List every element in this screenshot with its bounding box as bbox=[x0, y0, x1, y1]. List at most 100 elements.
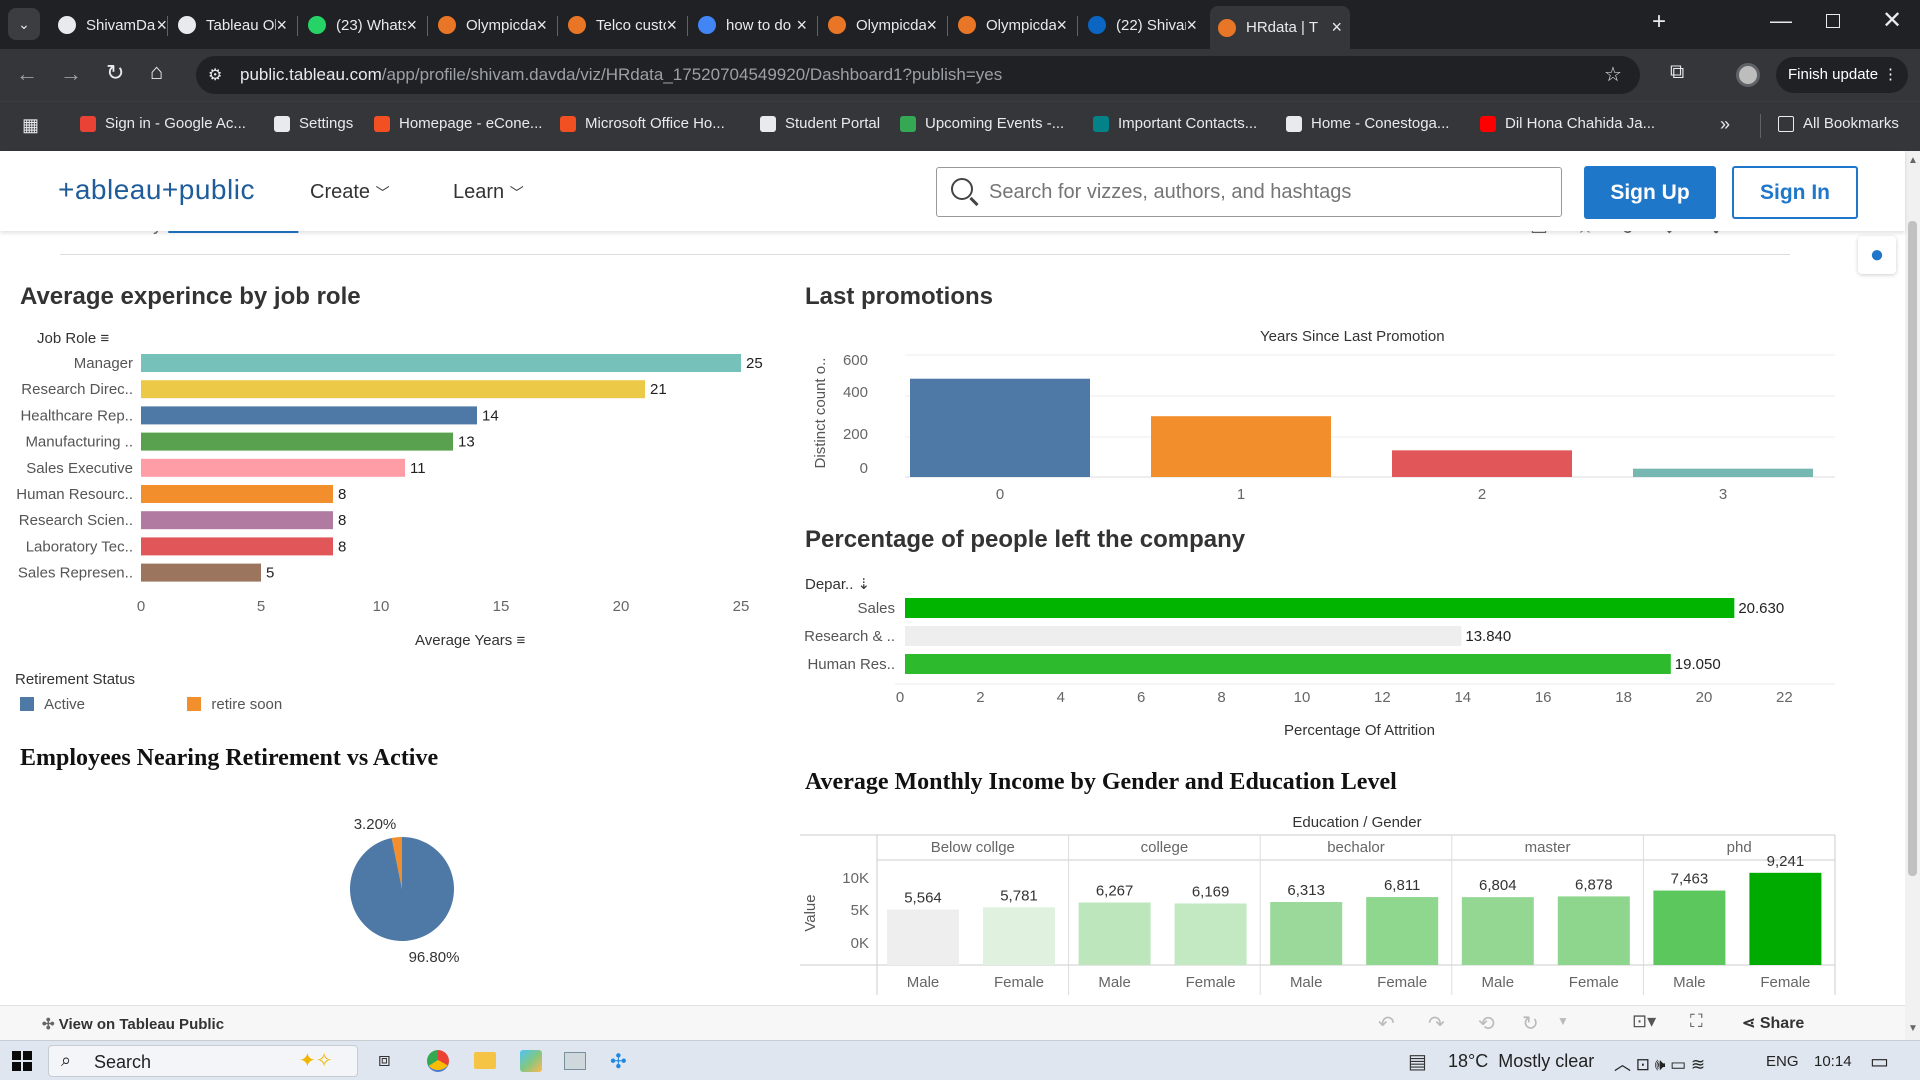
language-indicator[interactable]: ENG bbox=[1766, 1053, 1799, 1070]
redo-icon[interactable]: ↷ bbox=[1428, 1011, 1445, 1036]
search-input[interactable] bbox=[989, 178, 1539, 206]
weather-icon[interactable]: ▤ bbox=[1408, 1049, 1427, 1074]
home-button[interactable]: ⌂ bbox=[150, 59, 163, 85]
tab-title: how to do bbox=[726, 16, 792, 34]
tableau-public-logo[interactable]: +ableau+public bbox=[58, 174, 255, 206]
bookmark-item[interactable]: Microsoft Office Ho... bbox=[560, 115, 725, 132]
scroll-down-icon[interactable]: ▼ bbox=[1908, 1023, 1918, 1034]
tab-close-icon[interactable]: × bbox=[1056, 15, 1067, 36]
pie-slice bbox=[350, 837, 454, 941]
finish-update-label: Finish update bbox=[1788, 66, 1879, 83]
tab-divider bbox=[817, 16, 818, 36]
url-path: /app/profile/shivam.davda/viz/HRdata_175… bbox=[381, 65, 1003, 84]
app-icon-2[interactable] bbox=[564, 1052, 586, 1070]
tab-close-icon[interactable]: × bbox=[1186, 15, 1197, 36]
pie-label: 3.20% bbox=[354, 816, 397, 833]
income-bar bbox=[1174, 903, 1247, 965]
income-bar bbox=[1461, 897, 1534, 965]
bookmark-item[interactable]: Student Portal bbox=[760, 115, 880, 132]
reload-button[interactable]: ↻ bbox=[106, 60, 124, 86]
weather-text[interactable]: 18°C Mostly clear bbox=[1448, 1051, 1594, 1072]
bookmarks-overflow-icon[interactable]: » bbox=[1720, 114, 1730, 135]
bookmark-item[interactable]: Upcoming Events -... bbox=[900, 115, 1064, 132]
revert-icon[interactable]: ⟲ bbox=[1478, 1011, 1495, 1036]
all-bookmarks[interactable]: All Bookmarks bbox=[1778, 115, 1899, 132]
present-icon[interactable]: ⊡▾ bbox=[1632, 1011, 1656, 1032]
tray-icons[interactable]: ︿ ⊡ 🕪 ▭ ≋ bbox=[1614, 1050, 1705, 1075]
tab-search-button[interactable]: ⌄ bbox=[8, 8, 40, 40]
undo-icon[interactable]: ↶ bbox=[1378, 1011, 1395, 1036]
bookmark-item[interactable]: Homepage - eCone... bbox=[374, 115, 542, 132]
bookmark-star-icon[interactable]: ☆ bbox=[1604, 62, 1622, 87]
forward-button[interactable]: → bbox=[60, 61, 82, 87]
sort-icon[interactable]: ≡ bbox=[100, 330, 109, 347]
tab-favicon-icon bbox=[438, 16, 456, 34]
profile-avatar[interactable] bbox=[1736, 63, 1760, 87]
tab-close-icon[interactable]: × bbox=[406, 15, 417, 36]
url-bar[interactable]: ⚙ public.tableau.com/app/profile/shivam.… bbox=[196, 56, 1640, 94]
refresh-icon[interactable]: ↻ bbox=[1522, 1011, 1539, 1036]
share-button[interactable]: ⋖ Share bbox=[1742, 1013, 1804, 1033]
back-button[interactable]: ← bbox=[16, 61, 38, 87]
tab-close-icon[interactable]: × bbox=[536, 15, 547, 36]
minimize-button[interactable]: — bbox=[1770, 8, 1792, 34]
sort-icon[interactable]: ≡ bbox=[516, 632, 525, 649]
file-explorer-icon[interactable] bbox=[474, 1052, 496, 1069]
finish-update-button[interactable]: Finish update ⋮ bbox=[1776, 57, 1908, 93]
browser-tab[interactable]: ShivamDa × bbox=[50, 8, 175, 42]
browser-tab[interactable]: (22) Shivan × bbox=[1080, 8, 1205, 42]
chrome-taskbar-icon[interactable] bbox=[427, 1050, 449, 1072]
lightbulb-icon[interactable]: ● bbox=[1858, 236, 1896, 274]
more-menu-icon[interactable]: ⋮ bbox=[1883, 57, 1898, 93]
bookmark-item[interactable]: Dil Hona Chahida Ja... bbox=[1480, 115, 1655, 132]
browser-tab[interactable]: Olympicda × bbox=[950, 8, 1075, 42]
scroll-up-icon[interactable]: ▲ bbox=[1908, 155, 1918, 166]
tab-close-icon[interactable]: × bbox=[276, 15, 287, 36]
tab-close-icon[interactable]: × bbox=[666, 15, 677, 36]
browser-tab[interactable]: Olympicda × bbox=[820, 8, 945, 42]
app-icon-3[interactable]: ✣ bbox=[610, 1049, 627, 1074]
scrollbar-thumb[interactable] bbox=[1908, 221, 1917, 876]
browser-tab[interactable]: Olympicda × bbox=[430, 8, 555, 42]
sign-in-button[interactable]: Sign In bbox=[1732, 166, 1858, 219]
tab-close-icon[interactable]: × bbox=[1331, 17, 1342, 38]
bookmark-item[interactable]: Settings bbox=[274, 115, 353, 132]
promotions-chart-title: Last promotions bbox=[805, 283, 994, 310]
apps-grid-icon[interactable]: ▦ bbox=[22, 115, 39, 136]
experience-bar bbox=[141, 537, 333, 556]
tab-close-icon[interactable]: × bbox=[796, 15, 807, 36]
restore-button[interactable] bbox=[1826, 14, 1840, 28]
tab-close-icon[interactable]: × bbox=[156, 15, 167, 36]
browser-tab[interactable]: how to do × bbox=[690, 8, 815, 42]
clock[interactable]: 10:14 bbox=[1814, 1053, 1852, 1070]
nav-learn[interactable]: Learn ﹀ bbox=[453, 181, 524, 204]
extensions-icon[interactable]: ⧉ bbox=[1670, 61, 1684, 84]
site-info-icon[interactable]: ⚙ bbox=[208, 65, 222, 85]
bookmark-item[interactable]: Important Contacts... bbox=[1093, 115, 1257, 132]
search-box[interactable] bbox=[936, 167, 1562, 217]
pause-dropdown-icon[interactable]: ▼ bbox=[1557, 1014, 1569, 1028]
browser-tab[interactable]: Tableau Ol × bbox=[170, 8, 295, 42]
browser-tab[interactable]: Telco custo × bbox=[560, 8, 685, 42]
browser-tab[interactable]: HRdata | T × bbox=[1210, 6, 1350, 49]
new-tab-button[interactable]: + bbox=[1652, 8, 1666, 36]
app-icon-1[interactable] bbox=[520, 1050, 542, 1072]
browser-tab[interactable]: (23) Whats × bbox=[300, 8, 425, 42]
close-window-button[interactable]: ✕ bbox=[1882, 6, 1902, 35]
notification-icon[interactable]: ▭ bbox=[1870, 1049, 1889, 1074]
tab-close-icon[interactable]: × bbox=[926, 15, 937, 36]
income-bar bbox=[1270, 902, 1343, 965]
sign-up-button[interactable]: Sign Up bbox=[1584, 166, 1716, 219]
search-icon: ⌕ bbox=[61, 1050, 72, 1070]
fullscreen-icon[interactable]: ⛶ bbox=[1690, 1011, 1703, 1032]
view-on-tableau-link[interactable]: ✣ View on Tableau Public bbox=[42, 1015, 224, 1033]
windows-start-icon[interactable] bbox=[12, 1051, 32, 1071]
bookmark-item[interactable]: Home - Conestoga... bbox=[1286, 115, 1449, 132]
retirement-legend: Active retire soon bbox=[20, 696, 282, 713]
nav-create[interactable]: Create ﹀ bbox=[310, 181, 390, 204]
task-view-icon[interactable]: ⧈ bbox=[378, 1049, 391, 1072]
page-scrollbar[interactable]: ▲ ▼ bbox=[1905, 151, 1920, 1040]
bookmark-label: Important Contacts... bbox=[1118, 115, 1258, 132]
taskbar-search[interactable]: ⌕ Search ✦✧ bbox=[48, 1045, 358, 1077]
bookmark-item[interactable]: Sign in - Google Ac... bbox=[80, 115, 246, 132]
